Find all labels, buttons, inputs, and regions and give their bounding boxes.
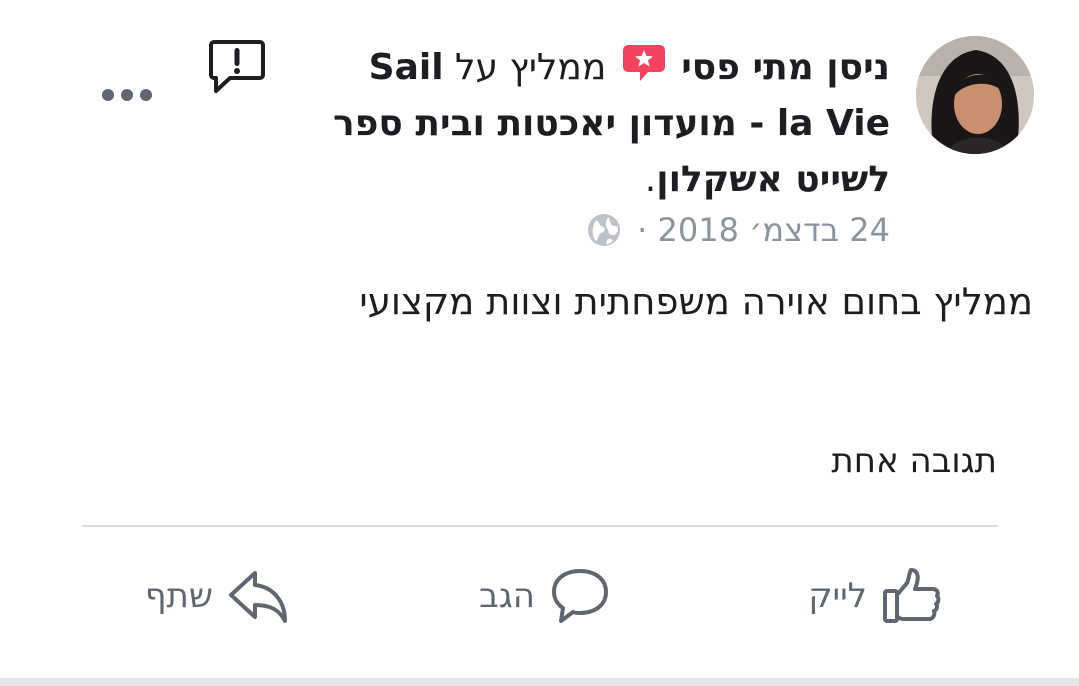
share-label: שתף	[144, 576, 213, 616]
report-icon[interactable]	[208, 38, 266, 96]
recommendation-star-icon	[622, 43, 666, 83]
post-header: ניסן מתי פסי ממליץ על Sail la Vie - מועד…	[330, 40, 890, 208]
comment-button[interactable]: הגב	[479, 562, 611, 630]
post-date[interactable]: 24 בדצמ׳ 2018	[658, 211, 890, 249]
author-name[interactable]: ניסן מתי פסי	[681, 47, 890, 88]
globe-icon	[587, 213, 621, 247]
share-arrow-icon	[227, 565, 289, 627]
comment-bubble-icon	[549, 565, 611, 627]
more-options-icon[interactable]	[100, 82, 154, 108]
divider	[82, 525, 998, 527]
like-label: לייק	[808, 576, 867, 616]
meta-separator: ·	[637, 211, 648, 249]
recommend-action-text: ממליץ על	[455, 47, 607, 88]
page-name-suffix: .	[644, 159, 657, 200]
like-icon	[881, 565, 943, 627]
like-button[interactable]: לייק	[808, 562, 943, 630]
bottom-separator	[0, 678, 1079, 686]
post-text: ממליץ בחום אוירה משפחתית וצוות מקצועי	[359, 280, 1033, 323]
comments-count-link[interactable]: תגובה אחת	[831, 436, 997, 486]
post-meta: 24 בדצמ׳ 2018 ·	[587, 208, 890, 252]
share-button[interactable]: שתף	[145, 562, 289, 630]
avatar[interactable]	[916, 36, 1034, 154]
comment-label: הגב	[479, 576, 535, 616]
